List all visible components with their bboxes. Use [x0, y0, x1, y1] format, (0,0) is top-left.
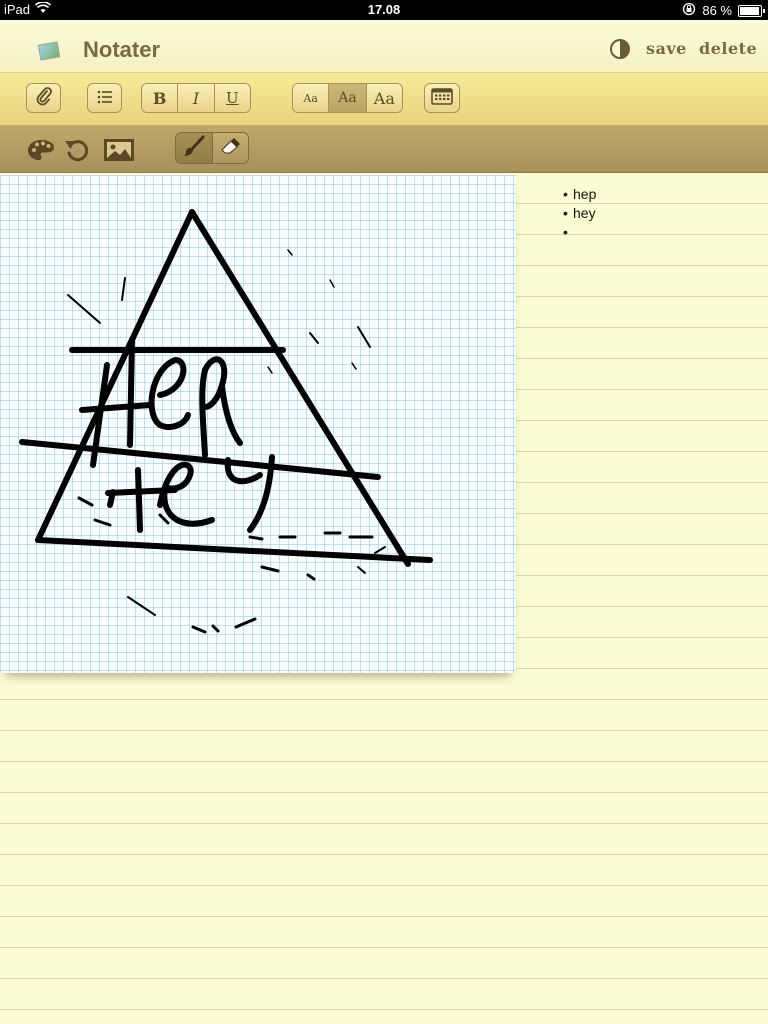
format-toolbar: B I U Aa Aa Aa	[0, 73, 768, 126]
bullet: •	[563, 205, 568, 221]
drawing-toolbar	[0, 126, 768, 173]
orientation-lock-icon	[682, 2, 696, 19]
text-style-group: B I U	[141, 83, 251, 113]
list-item[interactable]: • hep	[563, 185, 753, 204]
bullet: •	[563, 224, 568, 240]
save-button[interactable]: save	[646, 39, 687, 58]
notes-app-icon[interactable]	[37, 41, 61, 61]
brush-button[interactable]	[176, 133, 213, 163]
brush-icon	[183, 135, 205, 162]
sketch	[19, 209, 433, 634]
drawing-canvas[interactable]	[0, 175, 516, 673]
list-icon	[97, 89, 113, 108]
text-size-small[interactable]: Aa	[293, 84, 330, 112]
list-item[interactable]: • hey	[563, 204, 753, 223]
underline-button[interactable]: U	[214, 84, 250, 112]
delete-button[interactable]: delete	[699, 39, 757, 58]
status-time: 17.08	[367, 2, 401, 17]
bullet: •	[563, 186, 568, 202]
eraser-button[interactable]	[212, 133, 248, 163]
brush-eraser-group	[175, 132, 249, 164]
contrast-icon[interactable]	[610, 39, 630, 59]
eraser-icon	[219, 137, 241, 160]
title-bar: Notater save delete	[0, 20, 768, 73]
text-size-group: Aa Aa Aa	[292, 83, 403, 113]
image-icon[interactable]	[103, 138, 135, 167]
attachment-button[interactable]	[26, 83, 61, 113]
status-bar: iPad 17.08 86 %	[0, 0, 768, 20]
list-button[interactable]	[87, 83, 122, 113]
battery-fill	[740, 6, 759, 15]
italic-button[interactable]: I	[178, 84, 215, 112]
bold-button[interactable]: B	[142, 84, 179, 112]
battery-percent: 86 %	[702, 3, 732, 18]
date-button[interactable]	[424, 83, 460, 113]
text-size-medium[interactable]: Aa	[329, 84, 367, 112]
list-item-text: hep	[573, 186, 597, 202]
palette-icon[interactable]	[27, 138, 55, 167]
text-size-large[interactable]: Aa	[366, 84, 402, 112]
page-title: Notater	[83, 37, 161, 62]
note-text[interactable]: • hep • hey •	[563, 185, 753, 242]
undo-icon[interactable]	[64, 137, 90, 168]
list-item-text: hey	[573, 205, 596, 221]
calendar-icon	[431, 87, 453, 109]
status-right: 86 %	[682, 2, 765, 19]
battery-icon	[738, 4, 765, 17]
paperclip-icon	[35, 86, 53, 110]
list-item[interactable]: •	[563, 223, 753, 242]
